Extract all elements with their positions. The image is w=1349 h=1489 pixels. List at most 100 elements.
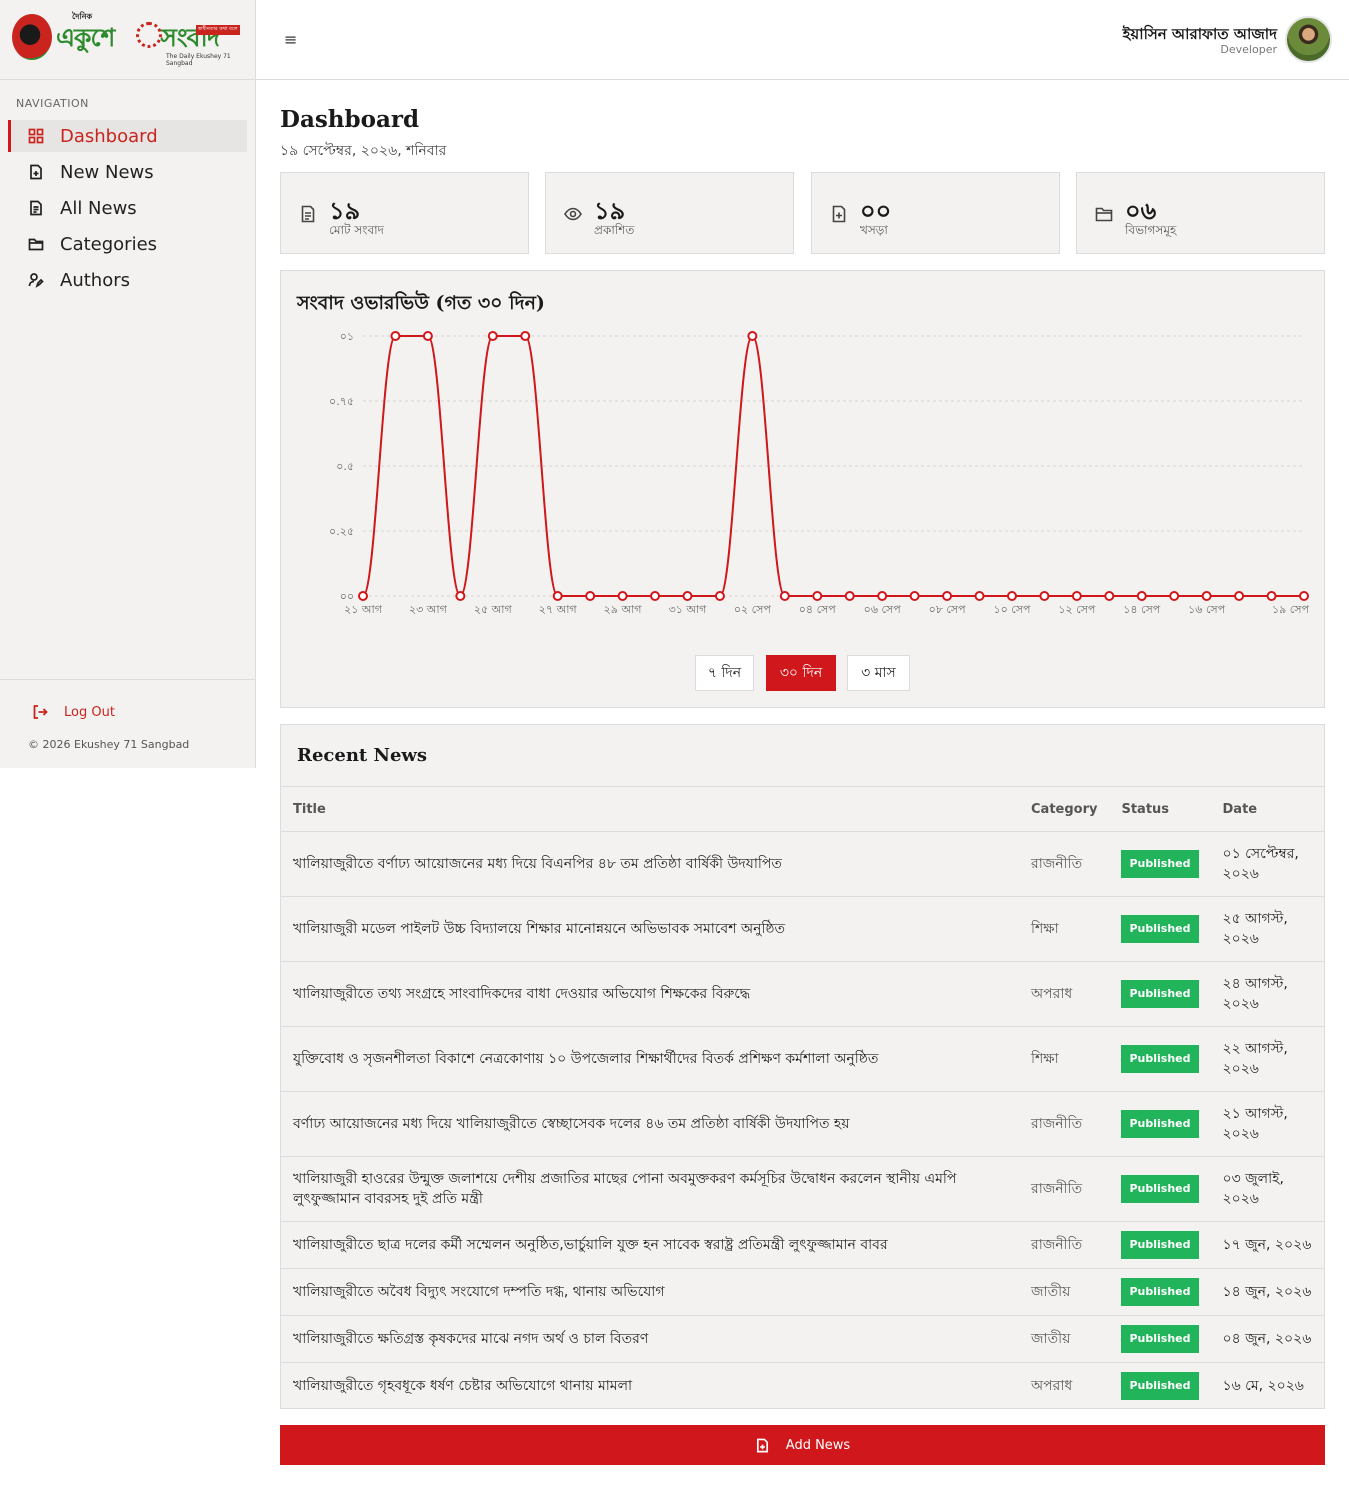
x-tick-label: ০২ সেপ: [734, 603, 772, 616]
range-7-days-button[interactable]: ৭ দিন: [695, 655, 754, 691]
sidebar-item-label: Authors: [60, 269, 130, 291]
table-row[interactable]: খালিয়াজুরী হাওরের উন্মুক্ত জলাশয়ে দেশী…: [281, 1156, 1324, 1222]
data-point: [1234, 591, 1245, 601]
x-tick-label: ২৯ আগ: [604, 603, 643, 616]
news-date-cell: ০৪ জুন, ২০২৬: [1210, 1315, 1324, 1363]
table-row[interactable]: খালিয়াজুরীতে ছাত্র দলের কর্মী সম্মেলন অ…: [281, 1221, 1324, 1269]
recent-news-card: Recent News Title Category Status Date খ…: [280, 724, 1325, 1410]
news-title-cell: খালিয়াজুরী মডেল পাইলট উচ্চ বিদ্যালয়ে শ…: [281, 896, 1019, 962]
status-badge: Published: [1121, 1110, 1199, 1138]
x-tick-label: ১৯ সেপ: [1272, 603, 1310, 616]
data-point: [1104, 591, 1115, 601]
news-title-cell: খালিয়াজুরীতে বর্ণাঢ্য আয়োজনের মধ্য দিয…: [281, 831, 1019, 897]
table-row[interactable]: খালিয়াজুরীতে অবৈধ বিদ্যুৎ সংযোগে দম্পতি…: [281, 1268, 1324, 1316]
x-tick-label: ০৪ সেপ: [799, 603, 837, 616]
hamburger-icon: ≡: [284, 30, 298, 49]
news-title-cell: খালিয়াজুরীতে অবৈধ বিদ্যুৎ সংযোগে দম্পতি…: [281, 1268, 1019, 1316]
folder-icon: [1095, 205, 1113, 223]
file-text-icon: [26, 198, 46, 218]
table-header-row: Title Category Status Date: [281, 786, 1324, 832]
sidebar-item-all-news[interactable]: All News: [8, 192, 247, 224]
news-title-cell: খালিয়াজুরীতে তথ্য সংগ্রহে সাংবাদিকদের ব…: [281, 961, 1019, 1027]
data-point: [714, 591, 725, 601]
table-row[interactable]: খালিয়াজুরীতে বর্ণাঢ্য আয়োজনের মধ্য দিয…: [281, 831, 1324, 897]
user-pen-icon: [26, 270, 46, 290]
menu-toggle-button[interactable]: ≡: [284, 30, 300, 50]
sidebar-item-label: New News: [60, 161, 154, 183]
data-point: [1266, 591, 1277, 601]
table-row[interactable]: খালিয়াজুরীতে গৃহবধূকে ধর্ষণ চেষ্টার অভি…: [281, 1362, 1324, 1410]
table-row[interactable]: বর্ণাঢ্য আয়োজনের মধ্য দিয়ে খালিয়াজুরী…: [281, 1091, 1324, 1157]
nav-heading: NAVIGATION: [16, 97, 89, 110]
column-header-status: Status: [1109, 786, 1211, 832]
sidebar-item-label: All News: [60, 197, 137, 219]
brand-logo[interactable]: দৈনিক একুশে সংবাদ স্বাধীনতার কথা বলে The …: [0, 0, 255, 80]
data-point: [455, 591, 466, 601]
data-point: [617, 591, 628, 601]
recent-news-body: খালিয়াজুরীতে বর্ণাঢ্য আয়োজনের মধ্য দিয…: [281, 831, 1324, 1410]
sidebar-item-categories[interactable]: Categories: [8, 228, 247, 260]
news-status-cell: Published: [1109, 1315, 1211, 1363]
news-date-cell: ১৪ জুন, ২০২৬: [1210, 1268, 1324, 1316]
add-news-button[interactable]: Add News: [280, 1425, 1325, 1465]
avatar[interactable]: [1285, 16, 1332, 63]
logout-button[interactable]: Log Out: [32, 704, 115, 720]
table-row[interactable]: খালিয়াজুরীতে তথ্য সংগ্রহে সাংবাদিকদের ব…: [281, 961, 1324, 1027]
news-category-cell: শিক্ষা: [1019, 1026, 1110, 1092]
table-row[interactable]: খালিয়াজুরীতে ক্ষতিগ্রস্ত কৃষকদের মাঝে ন…: [281, 1315, 1324, 1363]
sidebar-item-new-news[interactable]: New News: [8, 156, 247, 188]
news-status-cell: Published: [1109, 896, 1211, 962]
y-tick-label: ০.৫: [336, 460, 354, 473]
page-title: Dashboard: [280, 106, 420, 133]
data-point: [1071, 591, 1082, 601]
status-badge: Published: [1121, 1278, 1199, 1306]
news-title-cell: খালিয়াজুরীতে ক্ষতিগ্রস্ত কৃষকদের মাঝে ন…: [281, 1315, 1019, 1363]
data-point: [747, 331, 758, 341]
file-plus-icon: [756, 1438, 768, 1452]
x-tick-label: ২৩ আগ: [409, 603, 448, 616]
file-plus-icon: [26, 162, 46, 182]
news-date-cell: ০১ সেপ্টেম্বর, ২০২৬: [1210, 831, 1324, 897]
logo-word-1: একুশে: [56, 23, 115, 52]
logout-label: Log Out: [64, 704, 115, 720]
x-tick-label: ৩১ আগ: [669, 603, 708, 616]
sidebar-item-dashboard[interactable]: Dashboard: [8, 120, 247, 152]
data-point: [1136, 591, 1147, 601]
data-point: [1299, 591, 1309, 601]
table-row[interactable]: খালিয়াজুরী মডেল পাইলট উচ্চ বিদ্যালয়ে শ…: [281, 896, 1324, 962]
y-tick-label: ০.২৫: [329, 525, 354, 538]
table-row[interactable]: যুক্তিবোধ ও সৃজনশীলতা বিকাশে নেত্রকোণায়…: [281, 1026, 1324, 1092]
news-category-cell: রাজনীতি: [1019, 831, 1110, 897]
status-badge: Published: [1121, 980, 1199, 1008]
sidebar-item-authors[interactable]: Authors: [8, 264, 247, 296]
news-category-cell: জাতীয়: [1019, 1268, 1110, 1316]
eye-icon: [564, 205, 582, 223]
copyright-text: © 2026 Ekushey 71 Sangbad: [28, 738, 190, 751]
status-badge: Published: [1121, 915, 1199, 943]
range-3-months-button[interactable]: ৩ মাস: [847, 655, 910, 691]
news-status-cell: Published: [1109, 1026, 1211, 1092]
news-status-cell: Published: [1109, 1221, 1211, 1269]
data-point: [390, 331, 401, 341]
x-tick-label: ১২ সেপ: [1058, 603, 1096, 616]
x-tick-label: ২৫ আগ: [474, 603, 513, 616]
news-category-cell: শিক্ষা: [1019, 896, 1110, 962]
range-30-days-button[interactable]: ৩০ দিন: [766, 655, 836, 691]
data-point: [520, 331, 531, 341]
user-role: Developer: [1220, 43, 1277, 56]
stat-label: বিভাগসমূহ: [1125, 223, 1177, 237]
news-date-cell: ২২ আগস্ট, ২০২৬: [1210, 1026, 1324, 1092]
data-point: [779, 591, 790, 601]
y-tick-label: ০০: [340, 590, 354, 603]
news-status-cell: Published: [1109, 961, 1211, 1027]
recent-news-title: Recent News: [297, 745, 428, 766]
x-tick-label: ২১ আগ: [344, 603, 383, 616]
news-date-cell: ২১ আগস্ট, ২০২৬: [1210, 1091, 1324, 1157]
data-point: [1169, 591, 1180, 601]
add-news-label: Add News: [785, 1437, 851, 1453]
logo-emblem-icon: [12, 14, 52, 60]
data-point: [552, 591, 563, 601]
data-point: [422, 331, 433, 341]
data-point: [812, 591, 823, 601]
news-status-cell: Published: [1109, 1268, 1211, 1316]
